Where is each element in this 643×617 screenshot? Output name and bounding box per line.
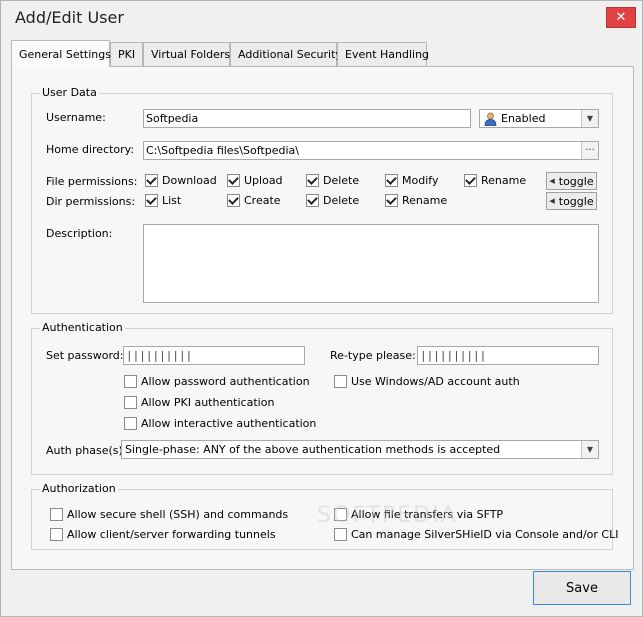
allow-forwarding-tunnels-checkbox[interactable]: Allow client/server forwarding tunnels: [50, 528, 276, 541]
can-manage-console-checkbox[interactable]: Can manage SilverSHielD via Console and/…: [334, 528, 618, 541]
add-edit-user-window: Add/Edit User ✕ General Settings PKI Vir…: [0, 0, 643, 617]
description-textarea[interactable]: [143, 224, 599, 303]
general-settings-panel: User Data Username: Softpedia Enabled ▼ …: [11, 66, 634, 570]
user-status-value: Enabled: [501, 112, 546, 125]
dir-perm-create-checkbox[interactable]: Create: [227, 194, 281, 207]
allow-interactive-auth-checkbox[interactable]: Allow interactive authentication: [124, 417, 316, 430]
authentication-group: Authentication Set password: |||||||||| …: [31, 321, 613, 475]
close-button[interactable]: ✕: [606, 7, 636, 28]
tab-event-handling[interactable]: Event Handling: [337, 42, 429, 66]
username-input[interactable]: Softpedia: [143, 109, 471, 128]
authorization-group-label: Authorization: [40, 482, 118, 495]
chevron-down-icon: ▼: [581, 441, 598, 458]
file-permissions-label: File permissions:: [46, 175, 138, 188]
tab-virtual-folders[interactable]: Virtual Folders: [143, 42, 230, 66]
use-windows-ad-auth-checkbox[interactable]: Use Windows/AD account auth: [334, 375, 520, 388]
close-icon: ✕: [615, 10, 627, 25]
file-perm-delete-checkbox[interactable]: Delete: [306, 174, 359, 187]
dir-perm-rename-checkbox[interactable]: Rename: [385, 194, 447, 207]
tab-pki[interactable]: PKI: [110, 42, 143, 66]
authorization-group: Authorization Allow secure shell (SSH) a…: [31, 482, 618, 550]
triangle-left-icon: ◀: [549, 197, 555, 205]
user-status-select[interactable]: Enabled ▼: [479, 109, 599, 128]
chevron-down-icon: ▼: [581, 110, 598, 127]
file-perm-download-checkbox[interactable]: Download: [145, 174, 217, 187]
auth-phase-select[interactable]: Single-phase: ANY of the above authentic…: [121, 440, 599, 459]
set-password-label: Set password:: [46, 349, 124, 362]
window-title: Add/Edit User: [15, 8, 124, 27]
set-password-input[interactable]: ||||||||||: [123, 346, 305, 365]
allow-sftp-checkbox[interactable]: Allow file transfers via SFTP: [334, 508, 503, 521]
file-perm-upload-checkbox[interactable]: Upload: [227, 174, 283, 187]
browse-button[interactable]: ···: [581, 142, 598, 159]
tab-additional-security[interactable]: Additional Security: [230, 42, 342, 66]
username-label: Username:: [46, 111, 106, 124]
user-data-group: User Data Username: Softpedia Enabled ▼ …: [31, 86, 613, 314]
allow-password-auth-checkbox[interactable]: Allow password authentication: [124, 375, 310, 388]
dir-permissions-label: Dir permissions:: [46, 195, 136, 208]
tab-general-settings[interactable]: General Settings: [11, 40, 111, 67]
description-label: Description:: [46, 227, 113, 240]
retype-password-input[interactable]: ||||||||||: [417, 346, 599, 365]
dir-perm-list-checkbox[interactable]: List: [145, 194, 181, 207]
home-directory-label: Home directory:: [46, 143, 135, 156]
dir-perm-delete-checkbox[interactable]: Delete: [306, 194, 359, 207]
auth-phase-label: Auth phase(s):: [46, 444, 127, 457]
triangle-left-icon: ◀: [549, 177, 555, 185]
file-permissions-toggle-button[interactable]: ◀ toggle: [546, 172, 597, 190]
dir-permissions-toggle-button[interactable]: ◀ toggle: [546, 192, 597, 210]
user-data-group-label: User Data: [40, 86, 99, 99]
user-icon: [484, 112, 497, 126]
home-directory-input[interactable]: C:\Softpedia files\Softpedia\ ···: [143, 141, 599, 160]
allow-pki-auth-checkbox[interactable]: Allow PKI authentication: [124, 396, 274, 409]
file-perm-modify-checkbox[interactable]: Modify: [385, 174, 438, 187]
save-button[interactable]: Save: [533, 571, 631, 605]
retype-password-label: Re-type please:: [330, 349, 416, 362]
authentication-group-label: Authentication: [40, 321, 125, 334]
allow-ssh-checkbox[interactable]: Allow secure shell (SSH) and commands: [50, 508, 288, 521]
file-perm-rename-checkbox[interactable]: Rename: [464, 174, 526, 187]
